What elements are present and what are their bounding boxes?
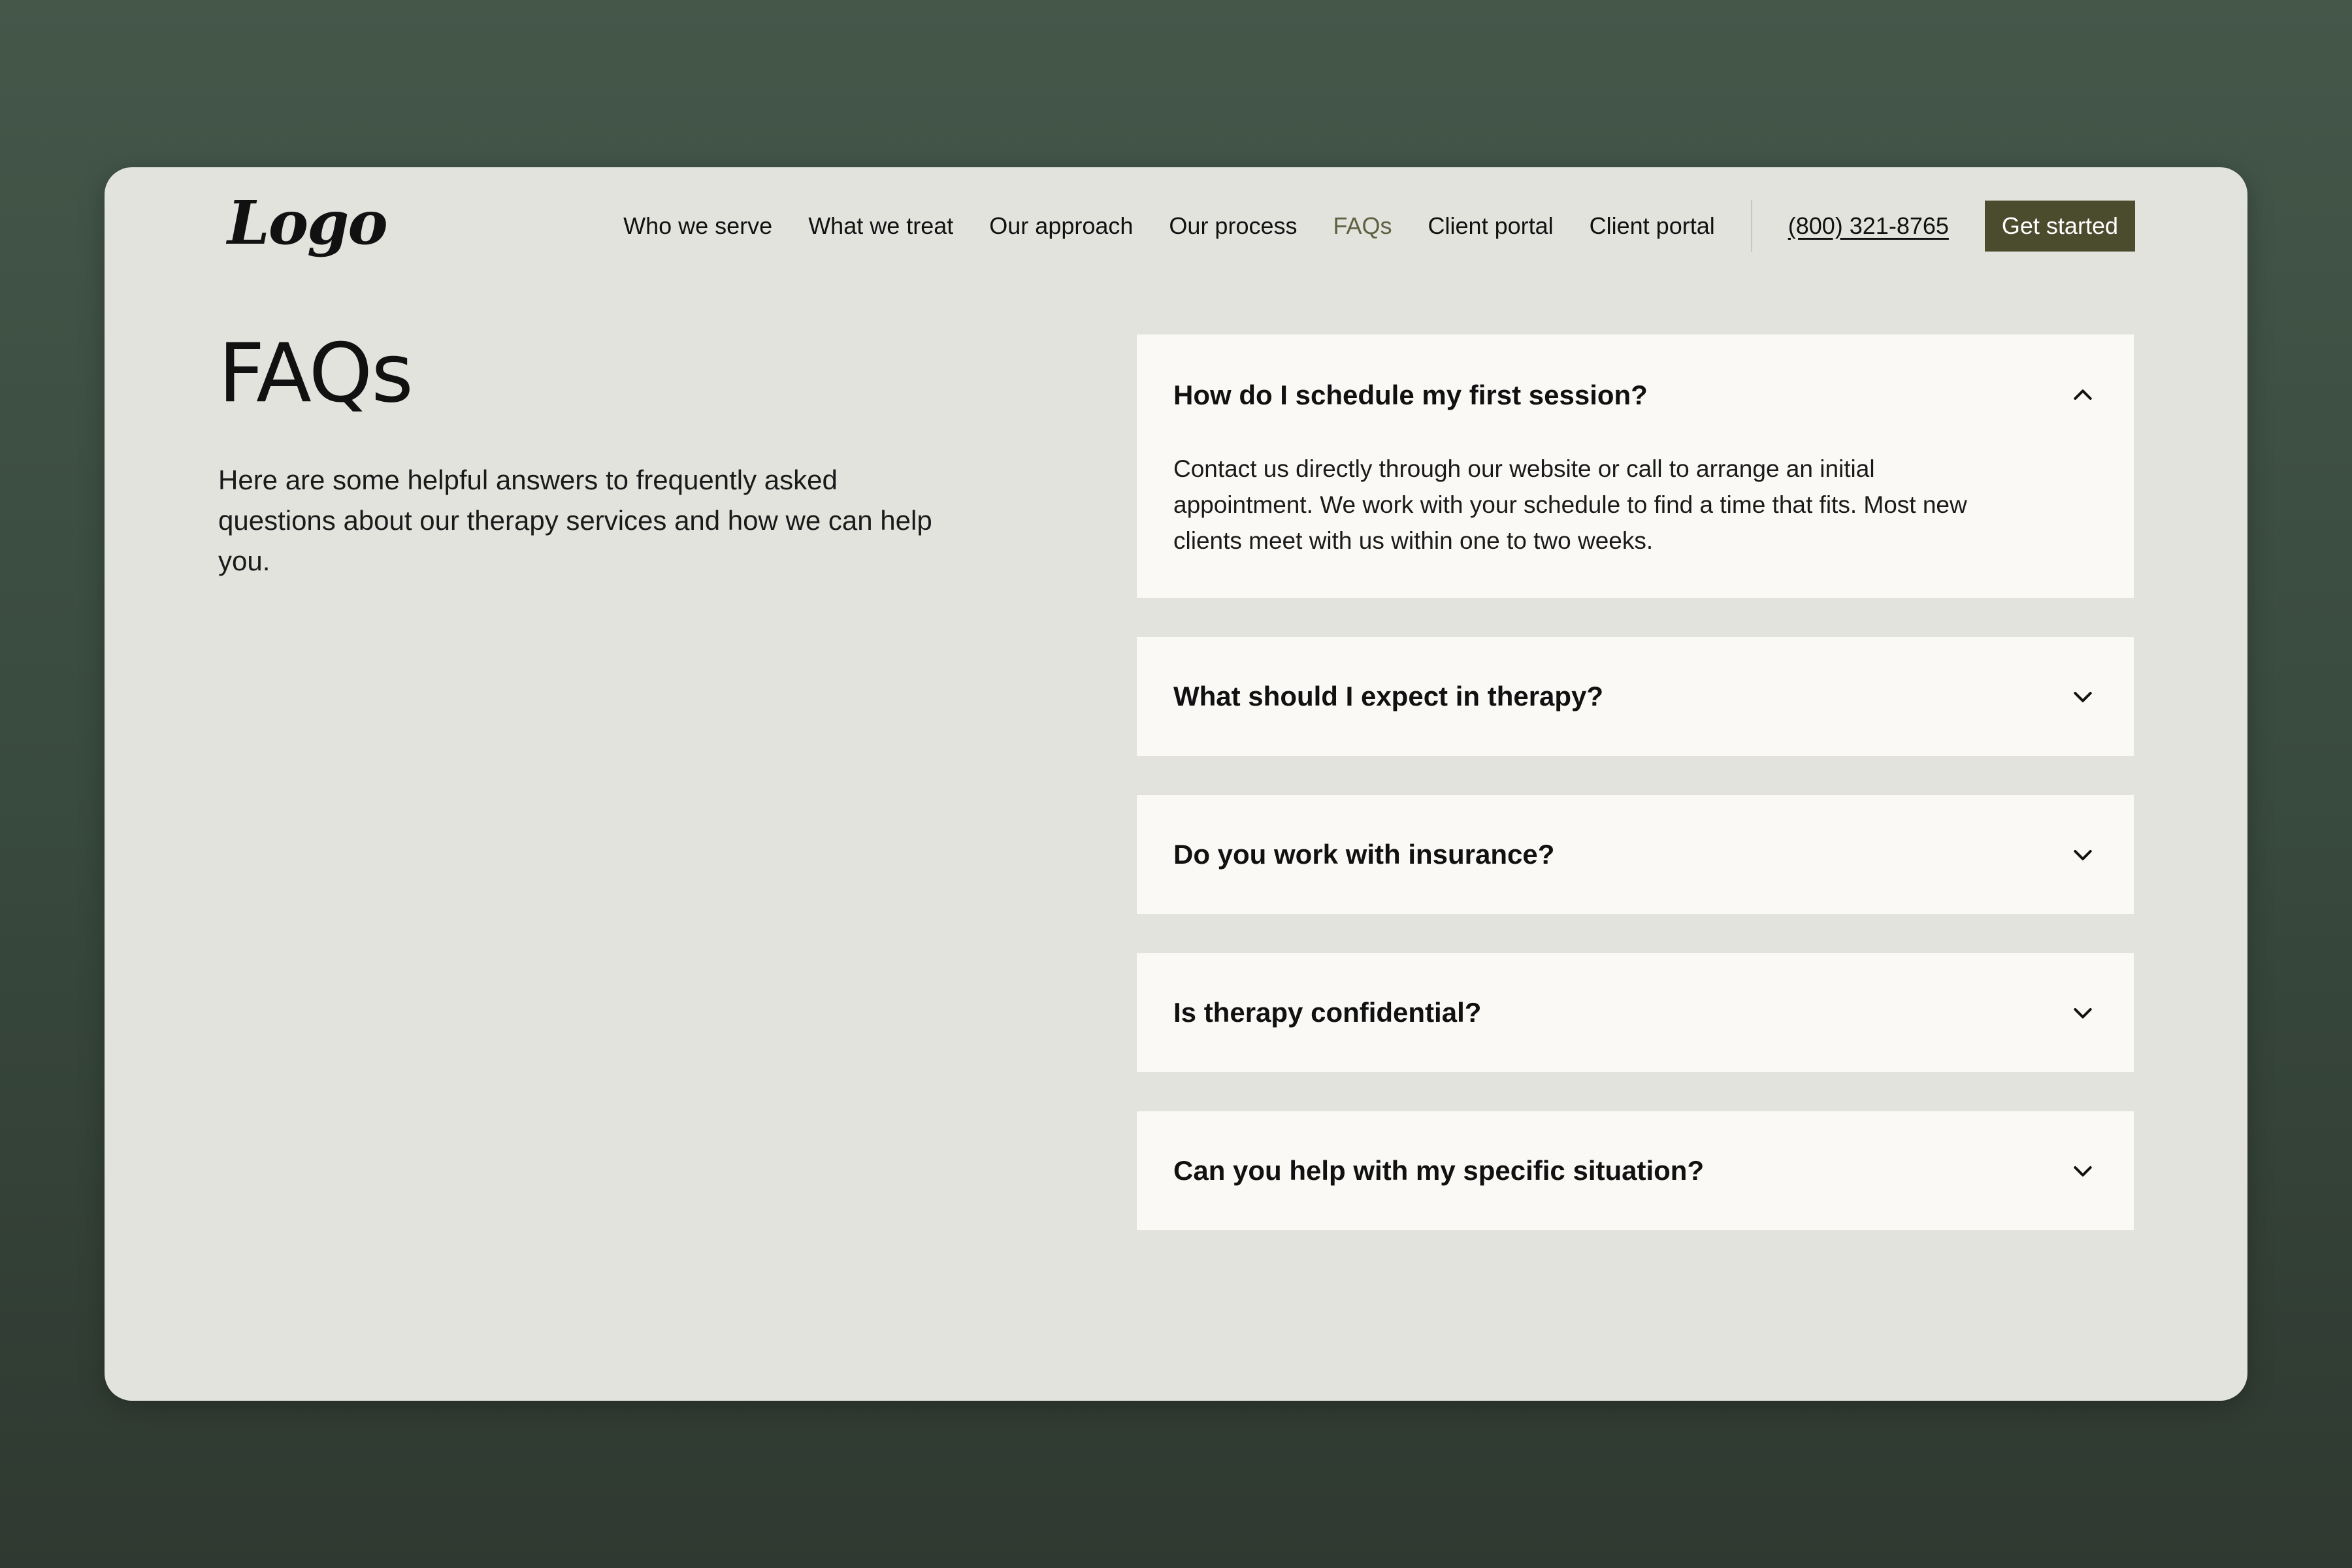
faq-answer-text: Contact us directly through our website … [1173, 455, 1967, 554]
faq-question-toggle[interactable]: What should I expect in therapy? [1137, 637, 2134, 756]
faq-question-text: Is therapy confidential? [1173, 997, 1482, 1028]
faq-question-text: What should I expect in therapy? [1173, 681, 1604, 711]
chevron-down-icon[interactable] [2068, 682, 2097, 711]
intro-description: Here are some helpful answers to frequen… [218, 465, 932, 576]
main-nav: Who we serve What we treat Our approach … [623, 200, 2135, 252]
chevron-down-icon[interactable] [2068, 998, 2097, 1027]
faq-question-toggle[interactable]: How do I schedule my first session? [1137, 335, 2134, 456]
chevron-down-icon[interactable] [2068, 840, 2097, 869]
logo[interactable]: Logo [227, 187, 388, 259]
faq-question-text: How do I schedule my first session? [1173, 380, 1648, 410]
nav-link-what-we-treat[interactable]: What we treat [808, 212, 953, 240]
page-card: Logo Who we serve What we treat Our appr… [105, 167, 2247, 1401]
faq-question-toggle[interactable]: Do you work with insurance? [1137, 795, 2134, 914]
faq-item: What should I expect in therapy? [1137, 637, 2134, 756]
faq-item: How do I schedule my first session? Cont… [1137, 335, 2134, 598]
nav-link-faqs[interactable]: FAQs [1333, 212, 1392, 240]
nav-link-our-process[interactable]: Our process [1169, 212, 1297, 240]
faq-item: Do you work with insurance? [1137, 795, 2134, 914]
nav-link-who-we-serve[interactable]: Who we serve [623, 212, 772, 240]
phone-link[interactable]: (800) 321-8765 [1788, 212, 1949, 240]
nav-divider [1750, 200, 1752, 252]
chevron-up-icon[interactable] [2068, 381, 2097, 410]
chevron-down-icon[interactable] [2068, 1156, 2097, 1185]
faq-question-toggle[interactable]: Is therapy confidential? [1137, 953, 2134, 1072]
get-started-button[interactable]: Get started [1984, 201, 2135, 252]
nav-link-our-approach[interactable]: Our approach [989, 212, 1133, 240]
faq-question-text: Can you help with my specific situation? [1173, 1155, 1705, 1186]
nav-link-client-portal[interactable]: Client portal [1428, 212, 1554, 240]
faq-question-text: Do you work with insurance? [1173, 839, 1555, 870]
faq-list: How do I schedule my first session? Cont… [1137, 335, 2134, 1269]
faq-question-toggle[interactable]: Can you help with my specific situation? [1137, 1111, 2134, 1230]
page-title: FAQs [218, 327, 414, 421]
nav-link-client-portal-2[interactable]: Client portal [1590, 212, 1715, 240]
faq-item: Is therapy confidential? [1137, 953, 2134, 1072]
faq-item: Can you help with my specific situation? [1137, 1111, 2134, 1230]
